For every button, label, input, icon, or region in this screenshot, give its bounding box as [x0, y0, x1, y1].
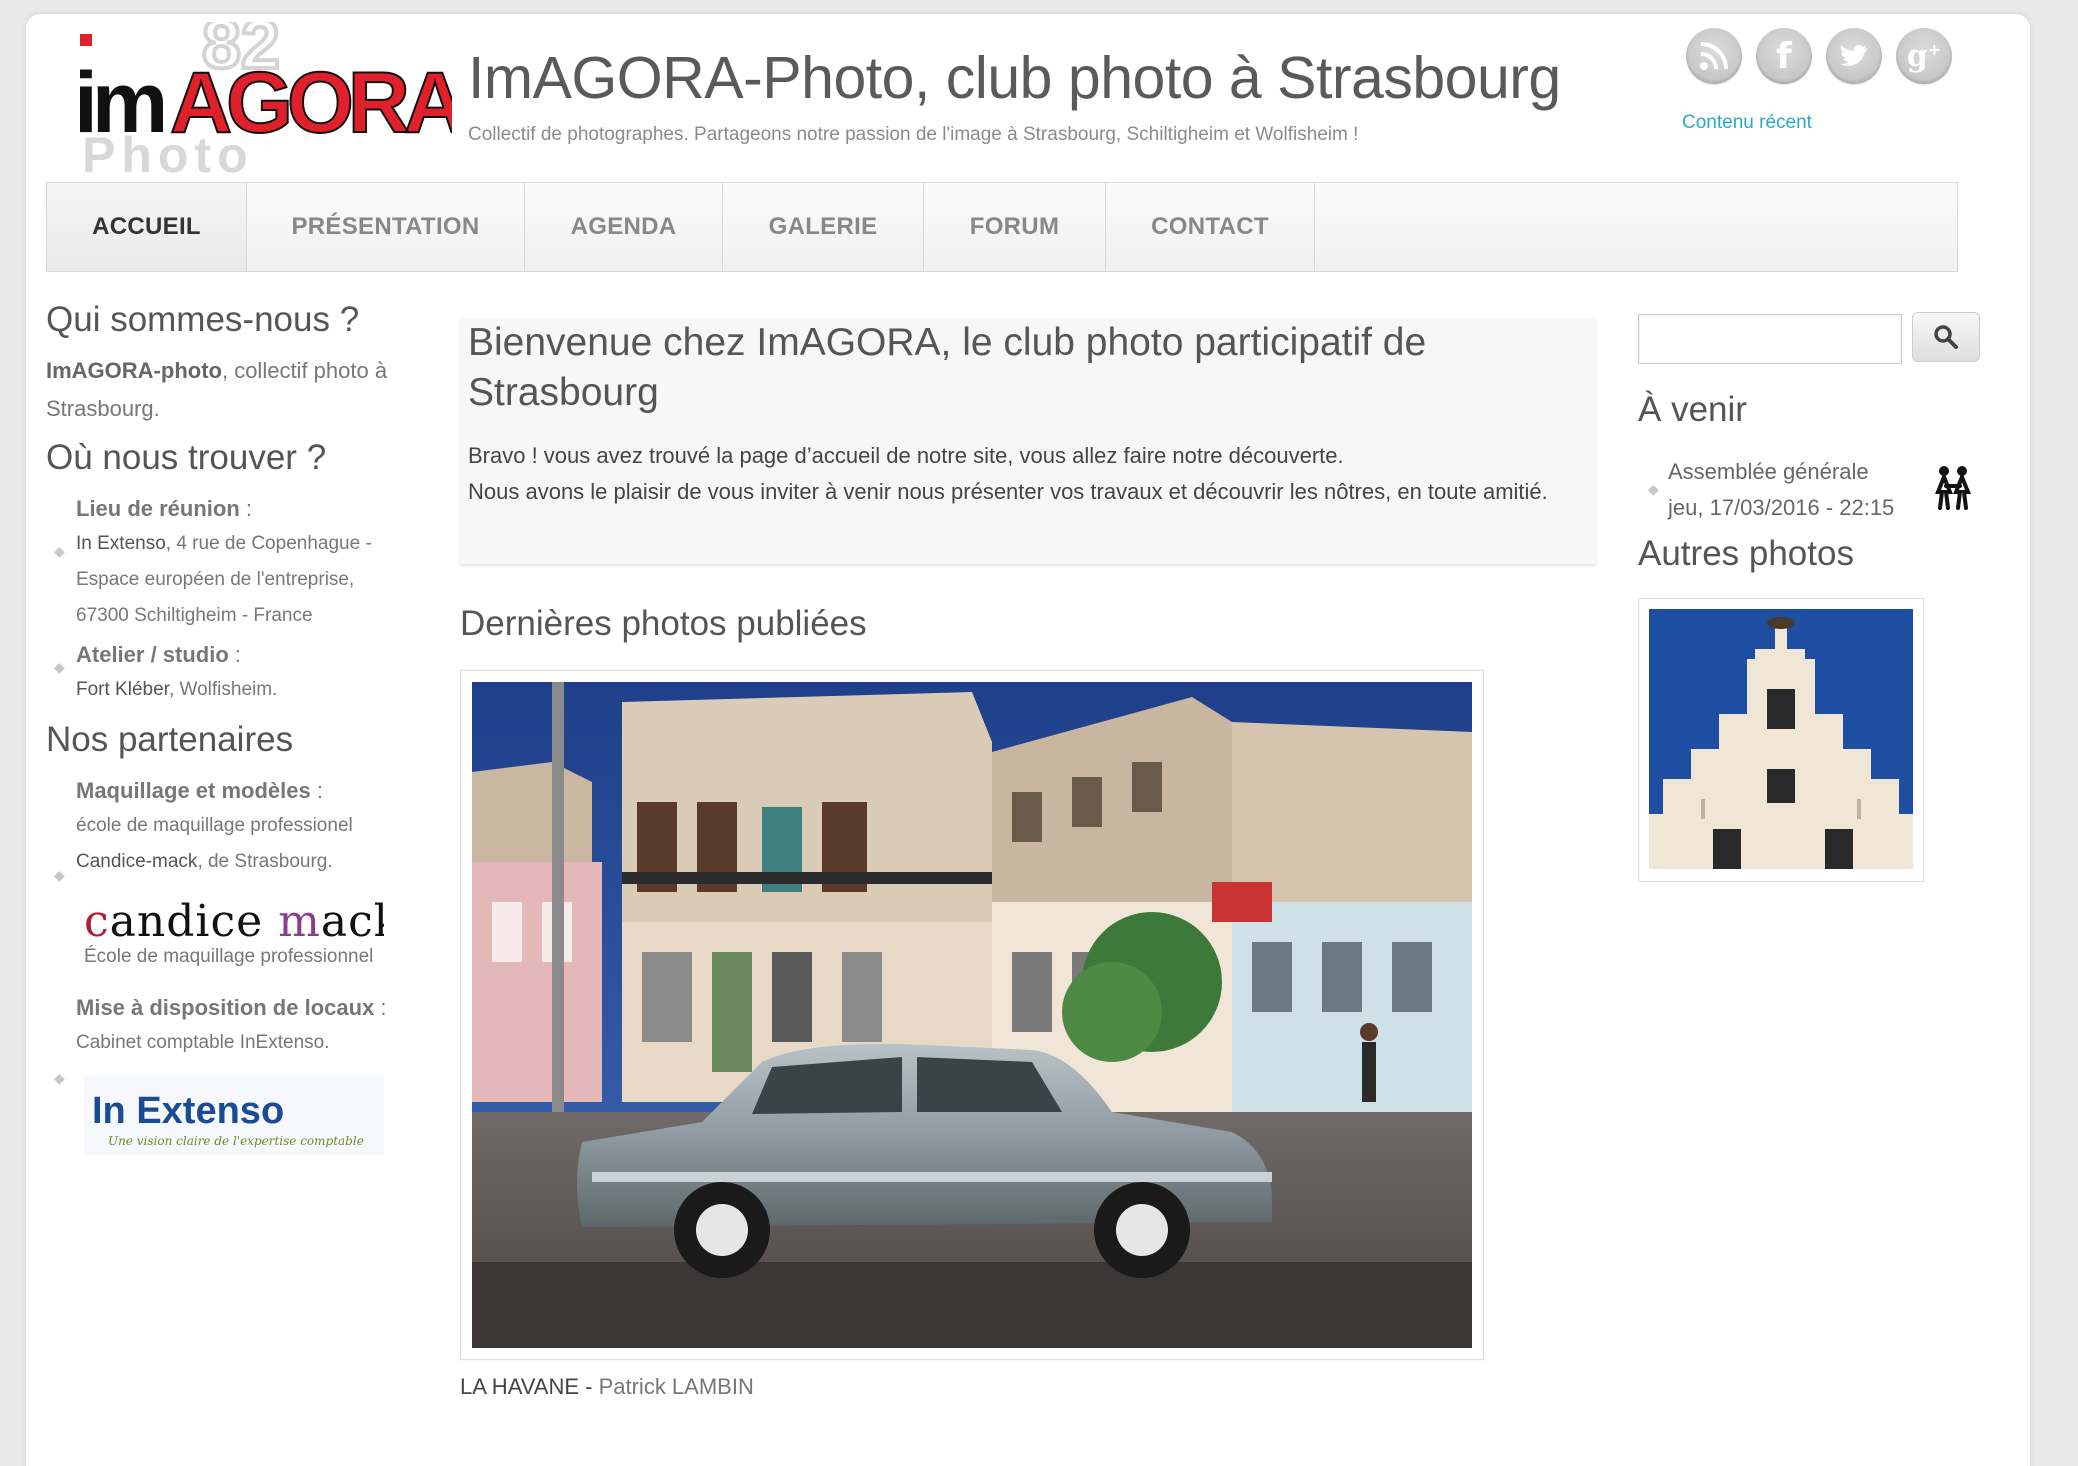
havana-car-photo[interactable] — [472, 682, 1472, 1348]
gable-photo[interactable] — [1649, 609, 1913, 869]
svg-text:Photo: Photo — [82, 127, 254, 174]
search-icon — [1934, 325, 1958, 349]
latest-photos-title: Dernières photos publiées — [460, 604, 867, 643]
item-heading: Lieu de réunion : — [76, 496, 253, 521]
fort-kleber-link[interactable]: Fort Kléber — [76, 679, 169, 700]
bullet-icon: ◆ — [54, 867, 65, 883]
main-nav: ACCUEIL PRÉSENTATION AGENDA GALERIE FORU… — [46, 182, 1958, 272]
nav-agenda[interactable]: AGENDA — [525, 183, 723, 271]
studio-address: Fort Kléber, Wolfisheim. — [76, 679, 278, 700]
photo-author[interactable]: Patrick LAMBIN — [599, 1374, 754, 1399]
in-extenso-link[interactable]: In Extenso — [76, 533, 166, 554]
social-links: f g+ — [1686, 28, 1952, 84]
photo-title[interactable]: LA HAVANE — [460, 1374, 579, 1399]
where-title: Où nous trouver ? — [46, 438, 327, 477]
bullet-icon: ◆ — [1648, 481, 1659, 497]
item-heading: Atelier / studio : — [76, 642, 242, 667]
nav-forum[interactable]: FORUM — [924, 183, 1106, 271]
list-item: ◆ Mise à disposition de locaux : Cabinet… — [46, 991, 396, 1160]
partners-title: Nos partenaires — [46, 720, 294, 759]
rss-icon[interactable] — [1686, 28, 1742, 84]
event-date: jeu, 17/03/2016 - 22:15 — [1668, 495, 1895, 520]
other-photo-thumbnail[interactable] — [1638, 598, 1924, 882]
svg-text:In Extenso: In Extenso — [92, 1090, 284, 1132]
svg-text:École de maquillage profession: École de maquillage professionnel — [84, 946, 373, 967]
who-strong[interactable]: ImAGORA-photo — [46, 358, 222, 383]
svg-text:candice mack: candice mack — [84, 896, 384, 947]
site-slogan: Collectif de photographes. Partageons no… — [468, 124, 1359, 145]
bullet-icon: ◆ — [54, 1070, 65, 1086]
event-name[interactable]: Assemblée générale — [1668, 454, 1869, 490]
facebook-icon[interactable]: f — [1756, 28, 1812, 84]
site-logo[interactable]: 82 im AGORA Photo — [52, 22, 452, 174]
recent-content-link[interactable]: Contenu récent — [1682, 112, 1812, 134]
upcoming-title: À venir — [1638, 390, 1747, 429]
bullet-icon: ◆ — [54, 659, 65, 675]
nav-galerie[interactable]: GALERIE — [723, 183, 924, 271]
site-title[interactable]: ImAGORA-Photo, club photo à Strasbourg — [468, 44, 1561, 112]
bullet-icon: ◆ — [54, 543, 65, 559]
other-photos-title: Autres photos — [1638, 534, 1854, 573]
welcome-title: Bienvenue chez ImAGORA, le club photo pa… — [468, 321, 1427, 414]
candice-mack-link[interactable]: Candice-mack — [76, 851, 197, 872]
nav-presentation[interactable]: PRÉSENTATION — [247, 183, 525, 271]
googleplus-icon[interactable]: g+ — [1896, 28, 1952, 84]
list-item: ◆ Atelier / studio : Fort Kléber, Wolfis… — [46, 638, 396, 708]
event-item[interactable]: ◆ Assemblée générale jeu, 17/03/2016 - 2… — [1648, 454, 1988, 534]
twitter-icon[interactable] — [1826, 28, 1882, 84]
search-button[interactable] — [1912, 312, 1980, 362]
nav-contact[interactable]: CONTACT — [1106, 183, 1315, 271]
meeting-address: In Extenso, 4 rue de Copenhague - Espace… — [76, 533, 372, 626]
svg-text:Une vision claire de l'experti: Une vision claire de l'expertise comptab… — [108, 1134, 364, 1148]
item-heading: Maquillage et modèles : — [76, 778, 323, 803]
left-sidebar: Qui sommes-nous ? ImAGORA-photo, collect… — [46, 300, 400, 1160]
list-item: ◆ Lieu de réunion : In Extenso, 4 rue de… — [46, 492, 396, 634]
item-heading: Mise à disposition de locaux : — [76, 995, 387, 1020]
featured-photo[interactable] — [460, 670, 1484, 1360]
nav-accueil[interactable]: ACCUEIL — [47, 183, 247, 271]
who-title: Qui sommes-nous ? — [46, 300, 360, 339]
people-icon — [1935, 466, 1971, 510]
welcome-text: Bravo ! vous avez trouvé la page d’accue… — [468, 443, 1548, 504]
search-input[interactable] — [1638, 314, 1902, 364]
who-text: ImAGORA-photo, collectif photo à Strasbo… — [46, 358, 388, 421]
makeup-text: école de maquillage professionel Candice-… — [76, 815, 353, 872]
in-extenso-logo[interactable]: In Extenso Une vision claire de l'expert… — [84, 1075, 384, 1155]
premises-text: Cabinet comptable InExtenso. — [76, 1032, 330, 1053]
photo-caption: LA HAVANE - Patrick LAMBIN — [460, 1374, 754, 1399]
list-item: ◆ Maquillage et modèles : école de maqui… — [46, 774, 400, 977]
welcome-block: Bienvenue chez ImAGORA, le club photo pa… — [460, 318, 1596, 564]
candice-mack-logo[interactable]: candice mack École de maquillage profess… — [84, 894, 400, 972]
